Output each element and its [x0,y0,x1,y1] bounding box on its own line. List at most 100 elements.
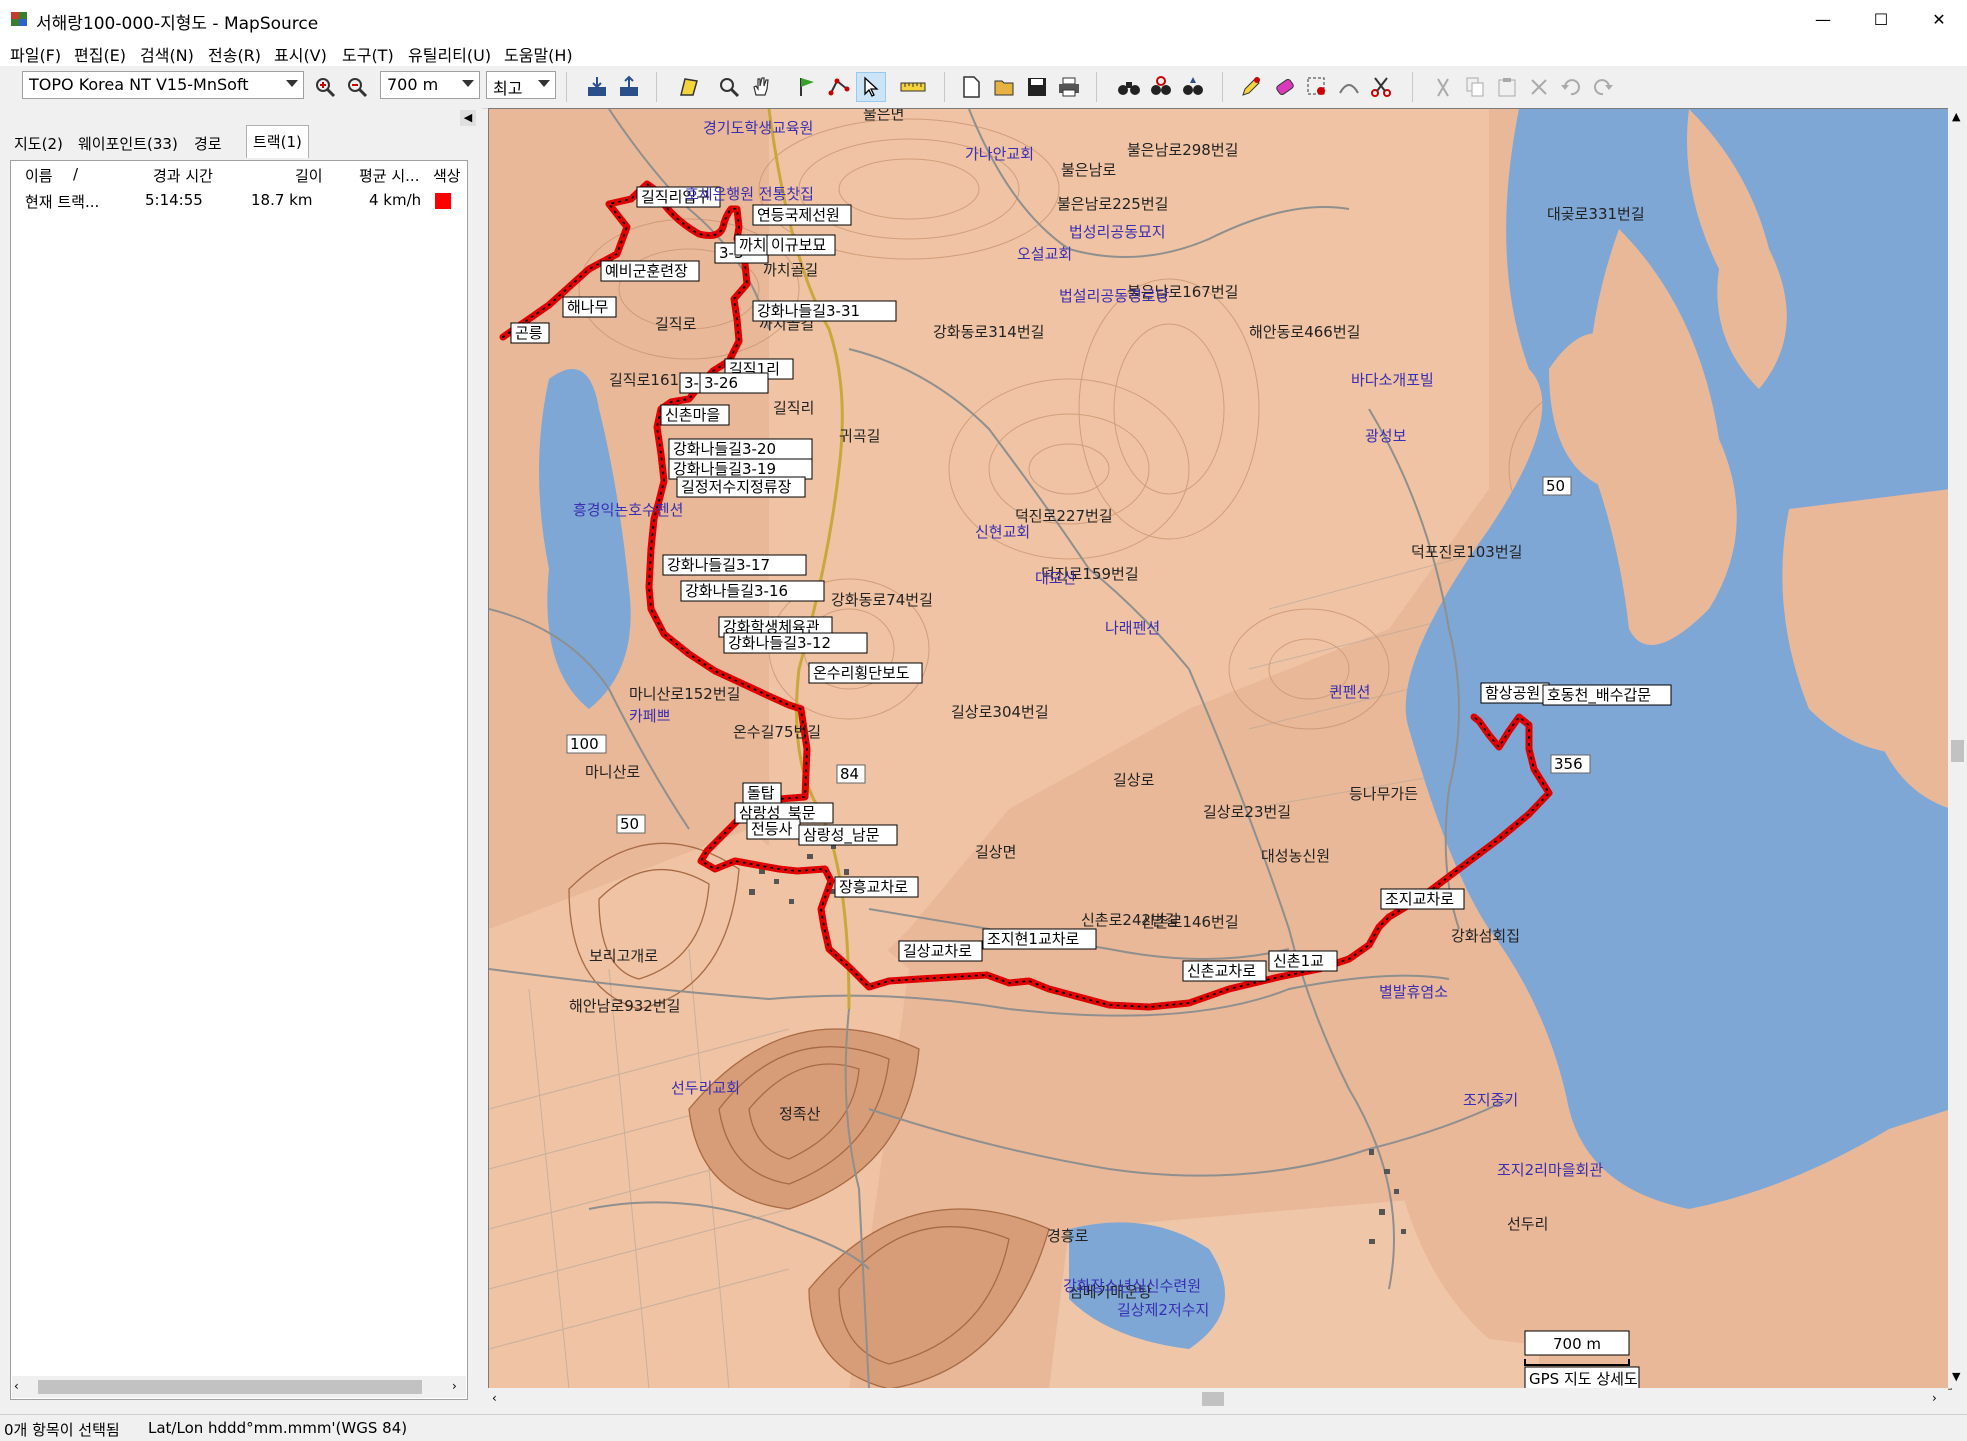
pan-tool-button[interactable] [746,72,776,102]
open-file-button[interactable] [990,72,1020,102]
send-to-device-button[interactable] [614,72,644,102]
tab-tracks[interactable]: 트랙(1) [246,125,309,158]
find-button[interactable] [1114,72,1144,102]
tab-waypoints[interactable]: 웨이포인트(33) [72,128,184,156]
waypoint-label[interactable]: 길상교차로 [898,940,983,962]
menu-view[interactable]: 표시(V) [274,42,327,66]
zoom-out-button[interactable] [342,72,372,102]
panel-horizontal-scrollbar[interactable]: ‹ › [12,1376,466,1398]
map-select-tool-button[interactable] [674,72,704,102]
waypoint-label[interactable]: 신촌교차로 [1182,960,1267,982]
delete-button[interactable] [1524,72,1554,102]
map-horizontal-scrollbar[interactable]: ‹ › [488,1388,1948,1410]
divide-track-button[interactable] [1366,72,1396,102]
menu-tools[interactable]: 도구(T) [342,42,394,66]
tab-maps[interactable]: 지도(2) [8,128,69,156]
table-row[interactable] [11,161,467,162]
menu-help[interactable]: 도움말(H) [504,42,573,66]
waypoint-label[interactable]: 장흥교차로 [834,876,919,898]
save-button[interactable] [1022,72,1052,102]
menu-transfer[interactable]: 전송(R) [208,42,261,66]
waypoint-tool-button[interactable] [792,72,822,102]
erase-tool-button[interactable] [1270,72,1300,102]
route-tool-button[interactable] [824,72,854,102]
map-canvas[interactable]: 불은면불은남로불은남로298번길불은남로225번길불은남로167번길까치골길까치… [489,109,1951,1389]
map-vertical-scrollbar[interactable]: ▲ ▼ [1948,108,1967,1388]
column-header-length[interactable]: 길이 [295,165,323,186]
waypoint-label[interactable]: 돌탑 [742,782,782,804]
measure-tool-button[interactable] [898,72,928,102]
scroll-right-icon[interactable]: › [1932,1391,1937,1405]
copy-icon [1466,77,1484,97]
scroll-left-icon[interactable]: ‹ [492,1391,497,1405]
maximize-button[interactable]: ☐ [1852,0,1910,38]
waypoint-label[interactable]: 강화나들길3-12 [723,632,868,654]
track-color-swatch[interactable] [435,193,451,209]
close-button[interactable]: ✕ [1910,0,1967,38]
scroll-right-icon[interactable]: › [452,1379,457,1393]
zoom-in-button[interactable] [310,72,340,102]
column-header-elapsed[interactable]: 경과 시간 [153,165,213,186]
waypoint-label[interactable]: 호동천_배수갑문 [1542,684,1672,706]
find-nearest-button[interactable] [1146,72,1176,102]
map-view[interactable]: 불은면 불은남로 불은남로298번길 불은남로225번길 불은남로167번길 까치골길 까치… [488,108,1952,1390]
track-name[interactable]: 현재 트랙... [25,191,99,212]
save-icon [1028,78,1046,96]
copy-button[interactable] [1460,72,1490,102]
waypoint-label[interactable]: 강화나들길3-31 [752,300,897,322]
waypoint-label[interactable]: 이규보묘 [766,234,836,256]
paste-button[interactable] [1492,72,1522,102]
waypoint-label[interactable]: 강화나들길3-16 [680,580,825,602]
waypoint-label[interactable]: 강화나들길3-17 [662,554,807,576]
waypoint-label[interactable]: 조지현1교차로 [982,928,1097,950]
waypoint-label[interactable]: 길정저수지정류장 [676,476,806,498]
waypoint-label[interactable]: 삼랑성_남문 [798,824,898,846]
waypoint-label[interactable]: 신촌1교 [1268,950,1338,972]
zoom-tool-button[interactable] [714,72,744,102]
print-button[interactable] [1054,72,1084,102]
zoom-scale-select[interactable]: 700 m [380,71,480,99]
column-header-name[interactable]: 이름 [25,165,53,186]
select-area-tool-button[interactable] [1302,72,1332,102]
menu-file[interactable]: 파일(F) [10,42,61,66]
waypoint-label[interactable]: 강화나들길3-20 [668,438,813,460]
waypoint-label[interactable]: 전등사 [746,818,801,840]
waypoint-label[interactable]: 곤릉 [510,322,550,344]
waypoint-label[interactable]: 해나무 [562,296,617,318]
scroll-down-icon[interactable]: ▼ [1952,1370,1960,1383]
column-header-color[interactable]: 색상 [433,165,461,186]
waypoint-label[interactable]: 조지교차로 [1380,888,1465,910]
menu-search[interactable]: 검색(N) [140,42,194,66]
scrollbar-thumb[interactable] [1202,1392,1224,1406]
collapse-panel-button[interactable]: ◀ [460,110,476,126]
waypoint-label[interactable]: 신촌마을 [660,404,730,426]
undo-button[interactable] [1556,72,1586,102]
scrollbar-thumb[interactable] [1951,740,1964,762]
waypoint-label[interactable]: 온수리횡단보도 [808,662,923,684]
scrollbar-thumb[interactable] [38,1380,422,1394]
waypoint-label[interactable]: 예비군훈련장 [600,260,700,282]
receive-from-device-button[interactable] [582,72,612,102]
waypoint-label[interactable]: 연등국제선원 [752,204,852,226]
minimize-button[interactable]: — [1794,0,1852,38]
waypoint-label[interactable]: 함상공원 [1480,682,1550,704]
selection-tool-button[interactable] [856,72,886,102]
find-places-button[interactable] [1178,72,1208,102]
waypoint-label[interactable]: 강화나들길3-19 [668,458,813,480]
tab-routes[interactable]: 경로 [188,128,228,156]
new-file-button[interactable] [956,72,986,102]
highlight-tool-button[interactable] [1236,72,1266,102]
menu-utilities[interactable]: 유틸리티(U) [408,42,491,66]
scroll-left-icon[interactable]: ‹ [14,1379,19,1393]
column-header-avg-speed[interactable]: 평균 시... [359,165,419,186]
waypoint-label[interactable]: 3-26 [699,372,769,394]
detail-select[interactable]: 최고 [486,71,556,99]
detail-value: 최고 [493,79,523,98]
cut-button[interactable] [1428,72,1458,102]
join-tracks-button[interactable] [1334,72,1364,102]
place-label: 경흥로 [1047,1227,1089,1245]
menu-edit[interactable]: 편집(E) [74,42,126,66]
scroll-up-icon[interactable]: ▲ [1952,110,1960,123]
map-product-select[interactable]: TOPO Korea NT V15-MnSoft [22,71,304,99]
redo-button[interactable] [1588,72,1618,102]
